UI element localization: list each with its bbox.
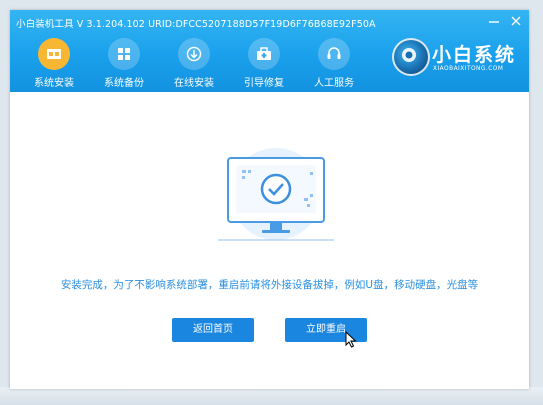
brand-logo xyxy=(392,38,430,76)
close-button[interactable] xyxy=(508,13,524,29)
window-title: 小白装机工具 V 3.1.204.102 URID:DFCC5207188D57… xyxy=(16,19,376,30)
brand-name: 小白系统 xyxy=(432,44,517,66)
nav-label: 系统备份 xyxy=(104,78,144,89)
boot-repair-icon xyxy=(248,38,280,70)
nav-item-support[interactable]: 人工服务 xyxy=(300,36,368,92)
return-home-button[interactable]: 返回首页 xyxy=(172,318,254,342)
nav-item-boot-repair[interactable]: 引导修复 xyxy=(230,36,298,92)
close-icon xyxy=(511,16,521,26)
nav-label: 系统安装 xyxy=(34,78,74,89)
brand: 小白系统 XIAOBAIXITONG.COM xyxy=(388,36,528,88)
main-nav: 系统安装 系统备份 在线安装 引导修复 人工服务 xyxy=(10,36,380,92)
nav-label: 人工服务 xyxy=(314,78,354,89)
support-icon xyxy=(318,38,350,70)
online-install-icon xyxy=(178,38,210,70)
nav-item-system-backup[interactable]: 系统备份 xyxy=(90,36,158,92)
app-window: 小白装机工具 V 3.1.204.102 URID:DFCC5207188D57… xyxy=(10,10,529,389)
brand-subtitle: XIAOBAIXITONG.COM xyxy=(433,66,504,72)
desktop-background xyxy=(0,387,543,405)
nav-item-system-install[interactable]: 系统安装 xyxy=(20,36,88,92)
header-bar: 小白装机工具 V 3.1.204.102 URID:DFCC5207188D57… xyxy=(10,10,529,92)
install-complete-illustration xyxy=(206,148,346,248)
nav-label: 引导修复 xyxy=(244,78,284,89)
nav-label: 在线安装 xyxy=(174,78,214,89)
mouse-cursor-icon xyxy=(345,331,357,348)
minimize-icon xyxy=(489,21,499,23)
system-backup-icon xyxy=(108,38,140,70)
install-complete-message: 安装完成，为了不影响系统部署，重启前请将外接设备拔掉，例如U盘，移动硬盘，光盘等 xyxy=(60,279,479,291)
minimize-button[interactable] xyxy=(486,13,502,29)
system-install-icon xyxy=(38,38,70,70)
nav-item-online-install[interactable]: 在线安装 xyxy=(160,36,228,92)
